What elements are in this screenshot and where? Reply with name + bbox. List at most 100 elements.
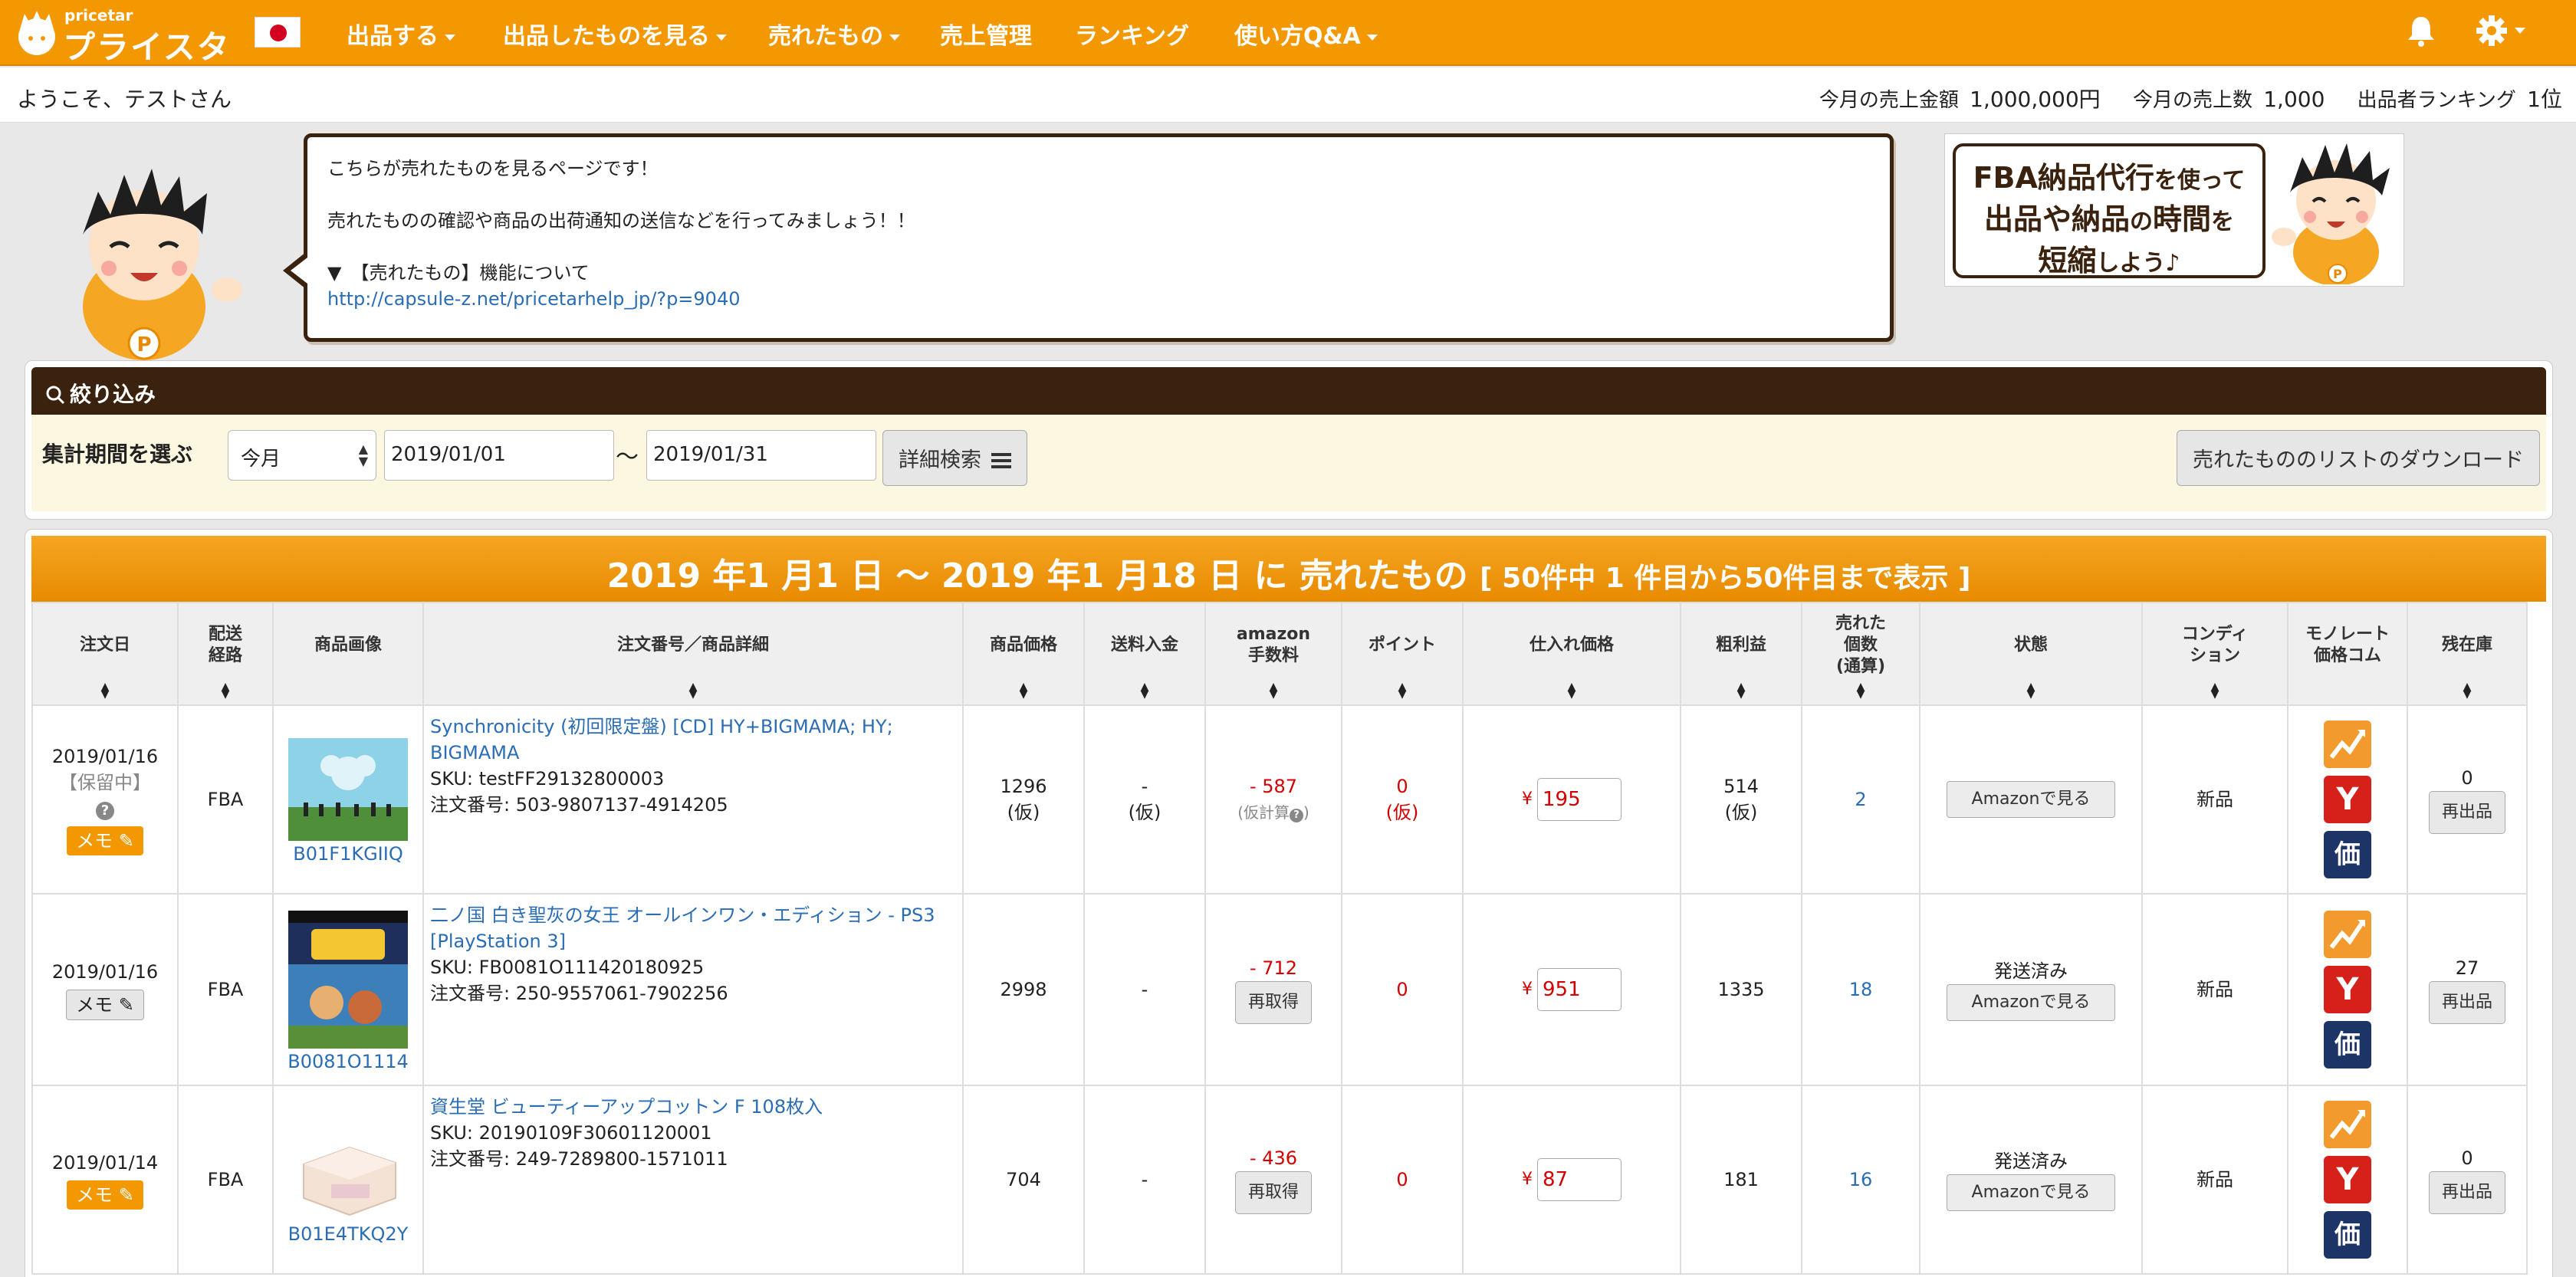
nav-help-qa[interactable]: 使い方Q&A [1234, 17, 1378, 51]
product-title-link[interactable]: Synchronicity (初回限定盤) [CD] HY+BIGMAMA; H… [430, 716, 893, 763]
select-arrows-icon: ▲ ▼ [358, 442, 368, 468]
monorate-chart-icon[interactable] [2324, 911, 2371, 958]
asin-link[interactable]: B0081O1114 [288, 1051, 409, 1072]
order-number-text: 注文番号: 250-9557061-7902256 [430, 983, 728, 1004]
bell-icon[interactable] [2406, 14, 2436, 48]
cost-input[interactable]: 87 [1537, 1158, 1622, 1201]
nav-listed-items[interactable]: 出品したものを見る [503, 17, 727, 51]
help-icon[interactable]: ? [96, 802, 114, 820]
product-image[interactable] [288, 1118, 408, 1221]
nav-sales-management[interactable]: 売上管理 [940, 17, 1032, 51]
japan-flag-icon[interactable] [255, 17, 301, 48]
asin-link[interactable]: B01E4TKQ2Y [288, 1223, 409, 1245]
col-stock[interactable]: 残在庫 ▲ ▼ [2407, 602, 2528, 706]
help-link[interactable]: http://capsule-z.net/pricetarhelp_jp/?p=… [327, 288, 741, 310]
yahoo-icon[interactable]: Y [2324, 776, 2371, 823]
memo-button[interactable]: メモ ✎ [67, 826, 143, 855]
sort-icon[interactable]: ▲ ▼ [424, 681, 962, 700]
kakaku-icon[interactable]: 価 [2324, 1021, 2371, 1069]
sort-icon[interactable]: ▲ ▼ [1085, 681, 1204, 700]
product-image[interactable] [288, 738, 408, 841]
table-header-row: 注文日 ▲ ▼ 配送 経路 ▲ ▼ 商品画像 注文番号／商品詳細 ▲ ▼ 商品価格 ▲ ▼ 送料入… [31, 602, 2528, 706]
sort-icon[interactable]: ▲ ▼ [1464, 681, 1680, 700]
period-select[interactable]: 今月 ▲ ▼ [228, 430, 376, 481]
fba-promo-banner[interactable]: FBA納品代行を使って 出品や納品の時間を 短縮しよう♪ P [1944, 133, 2404, 287]
asin-link[interactable]: B01F1KGIIQ [293, 843, 402, 865]
sort-icon[interactable]: ▲ ▼ [33, 681, 177, 700]
product-title-link[interactable]: 資生堂 ビューティーアップコットン F 108枚入 [430, 1096, 823, 1118]
col-points[interactable]: ポイント ▲ ▼ [1341, 602, 1464, 706]
col-price[interactable]: 商品価格 ▲ ▼ [962, 602, 1085, 706]
sold-count-link[interactable]: 18 [1849, 979, 1873, 1000]
memo-button[interactable]: メモ ✎ [66, 990, 144, 1020]
pricetar-logo[interactable]: pricetar プライスター [12, 5, 242, 113]
view-on-amazon-button[interactable]: Amazonで見る [1947, 1174, 2115, 1211]
sort-icon[interactable]: ▲ ▼ [1342, 681, 1462, 700]
memo-button[interactable]: メモ ✎ [67, 1180, 143, 1210]
col-cost[interactable]: 仕入れ価格 ▲ ▼ [1462, 602, 1681, 706]
sort-icon[interactable]: ▲ ▼ [179, 681, 272, 700]
product-image[interactable] [288, 911, 408, 1049]
date-from-input[interactable]: 2019/01/01 [384, 430, 614, 481]
product-title-link[interactable]: 二ノ国 白き聖灰の女王 オールインワン・エディション - PS3 [PlaySt… [430, 904, 935, 952]
col-sold-count[interactable]: 売れた 個数 (通算) ▲ ▼ [1801, 602, 1921, 706]
order-date-cell: 2019/01/14 メモ ✎ [31, 1085, 179, 1275]
kakaku-icon[interactable]: 価 [2324, 1211, 2371, 1259]
col-shipping[interactable]: 送料入金 ▲ ▼ [1083, 602, 1206, 706]
gear-icon[interactable] [2475, 14, 2528, 48]
reacquire-button[interactable]: 再取得 [1234, 981, 1312, 1024]
caret-down-icon [445, 34, 455, 41]
col-ship-route[interactable]: 配送 経路 ▲ ▼ [177, 602, 274, 706]
profit-cell: 514 (仮) [1680, 704, 1802, 895]
relist-button[interactable]: 再出品 [2428, 791, 2505, 834]
yahoo-icon[interactable]: Y [2324, 1156, 2371, 1203]
monorate-chart-icon[interactable] [2324, 1101, 2371, 1148]
kakaku-icon[interactable]: 価 [2324, 831, 2371, 878]
col-status[interactable]: 状態 ▲ ▼ [1919, 602, 2143, 706]
relist-button[interactable]: 再出品 [2428, 1171, 2505, 1214]
profit-cell: 181 [1680, 1085, 1802, 1275]
sold-count-link[interactable]: 2 [1855, 789, 1866, 810]
col-detail[interactable]: 注文番号／商品詳細 ▲ ▼ [422, 602, 964, 706]
yahoo-icon[interactable]: Y [2324, 966, 2371, 1013]
sort-icon[interactable]: ▲ ▼ [2408, 681, 2526, 700]
route-cell: FBA [177, 893, 274, 1086]
sold-count-link[interactable]: 16 [1849, 1169, 1873, 1190]
sort-icon[interactable]: ▲ ▼ [1921, 681, 2141, 700]
date-to-input[interactable]: 2019/01/31 [646, 430, 876, 481]
price-cell: 704 [962, 1085, 1085, 1275]
sku-text: SKU: testFF29132800003 [430, 768, 665, 790]
col-condition[interactable]: コンディ ション ▲ ▼ [2141, 602, 2288, 706]
sort-icon[interactable]: ▲ ▼ [964, 681, 1083, 700]
view-on-amazon-button[interactable]: Amazonで見る [1947, 984, 2115, 1021]
advanced-search-button[interactable]: 詳細検索 [882, 430, 1027, 486]
results-header: 2019 年1 月1 日 〜 2019 年1 月18 日 に 売れたもの [ 5… [31, 536, 2546, 602]
cost-input[interactable]: 951 [1537, 968, 1622, 1011]
sort-icon[interactable]: ▲ ▼ [1681, 681, 1801, 700]
monorate-chart-icon[interactable] [2324, 721, 2371, 768]
download-list-button[interactable]: 売れたもののリストのダウンロード [2177, 430, 2540, 486]
sort-icon[interactable]: ▲ ▼ [2143, 681, 2287, 700]
table-row: 2019/01/14 メモ ✎ FBA B01E4TKQ2Y 資生堂 ビューティ… [31, 1085, 2528, 1275]
help-icon[interactable]: ? [1290, 809, 1303, 822]
col-monorate: モノレート 価格コム [2287, 602, 2408, 706]
condition-cell: 新品 [2141, 893, 2288, 1086]
col-order-date[interactable]: 注文日 ▲ ▼ [31, 602, 179, 706]
points-cell: 0 (仮) [1341, 704, 1464, 895]
sort-icon[interactable]: ▲ ▼ [1206, 681, 1341, 700]
view-on-amazon-button[interactable]: Amazonで見る [1947, 781, 2115, 818]
col-profit[interactable]: 粗利益 ▲ ▼ [1680, 602, 1802, 706]
col-amazon-fee[interactable]: amazon 手数料 ▲ ▼ [1204, 602, 1342, 706]
order-date-cell: 2019/01/16 メモ ✎ [31, 893, 179, 1086]
reacquire-button[interactable]: 再取得 [1234, 1171, 1312, 1214]
cost-input[interactable]: 195 [1537, 778, 1622, 821]
shipping-cell: - [1083, 893, 1206, 1086]
relist-button[interactable]: 再出品 [2428, 981, 2505, 1024]
sort-icon[interactable]: ▲ ▼ [1802, 681, 1919, 700]
nav-list-item[interactable]: 出品する [347, 17, 455, 51]
welcome-bar: ようこそ、テストさん 今月の売上金額 1,000,000円 今月の売上数 1,0… [0, 67, 2576, 123]
nav-ranking[interactable]: ランキング [1075, 17, 1189, 51]
nav-sold-items[interactable]: 売れたもの [768, 17, 900, 51]
sold-count-cell: 16 [1801, 1085, 1921, 1275]
points-cell: 0 [1341, 1085, 1464, 1275]
